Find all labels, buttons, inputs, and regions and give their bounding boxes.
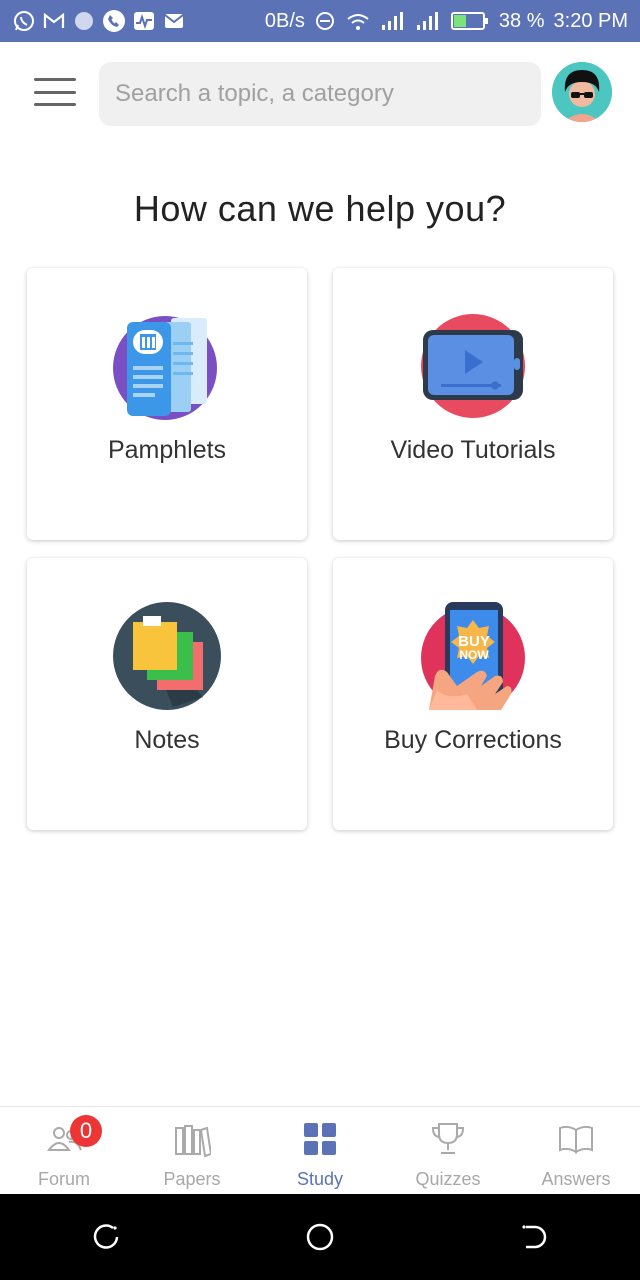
buy-corrections-card[interactable]: BUY NOW Buy Corrections: [333, 558, 613, 830]
card-label: Pamphlets: [107, 436, 227, 464]
nav-item-quizzes[interactable]: Quizzes: [384, 1107, 512, 1194]
home-icon[interactable]: [300, 1217, 340, 1257]
nav-label: Study: [296, 1169, 344, 1189]
data-saver-icon: [315, 12, 334, 30]
nav-label: Forum: [37, 1169, 90, 1189]
message-icon: [162, 9, 186, 33]
battery-level: 38 %: [498, 9, 545, 32]
back-icon[interactable]: [513, 1217, 553, 1257]
circle-app-icon: [72, 9, 96, 33]
notification-icons: [12, 9, 186, 33]
card-label: Video Tutorials: [390, 436, 556, 464]
system-nav-bar: [0, 1194, 640, 1280]
signal-icon-1: [381, 12, 403, 30]
notification-badge: 0: [70, 1115, 102, 1147]
avatar[interactable]: [552, 62, 612, 122]
avatar-icon: [552, 62, 612, 122]
signal-icon-2: [416, 12, 438, 30]
page-title: How can we help you?: [133, 188, 507, 229]
nav-item-answers[interactable]: Answers: [512, 1107, 640, 1194]
whatsapp-icon: [12, 9, 36, 33]
gmail-icon: [42, 9, 66, 33]
nav-item-papers[interactable]: Papers: [128, 1107, 256, 1194]
trophy-icon: [428, 1119, 468, 1159]
nav-label: Quizzes: [415, 1169, 481, 1189]
notes-card[interactable]: Notes: [27, 558, 307, 830]
search-input[interactable]: [99, 62, 541, 126]
video-tutorials-icon: [419, 312, 527, 420]
svg-text:NOW: NOW: [459, 648, 489, 662]
nav-item-forum[interactable]: 0 Forum: [0, 1107, 128, 1194]
pamphlets-card[interactable]: Pamphlets: [27, 268, 307, 540]
papers-icon: [172, 1119, 212, 1159]
nav-item-study[interactable]: Study: [256, 1107, 384, 1194]
activity-icon: [132, 9, 156, 33]
menu-icon[interactable]: [30, 74, 80, 110]
book-icon: [556, 1119, 596, 1159]
nav-label: Answers: [541, 1169, 611, 1189]
phone-icon: [102, 9, 126, 33]
video-tutorials-card[interactable]: Video Tutorials: [333, 268, 613, 540]
top-bar: [0, 42, 640, 142]
battery-icon: [450, 12, 488, 30]
card-label: Buy Corrections: [384, 726, 562, 754]
recents-icon[interactable]: [87, 1217, 127, 1257]
study-icon: [300, 1119, 340, 1159]
card-label: Notes: [134, 726, 200, 754]
bottom-nav: 0 Forum Papers Study Quizzes Answers: [0, 1106, 640, 1194]
nav-label: Papers: [163, 1169, 221, 1189]
buy-corrections-icon: BUY NOW: [419, 602, 527, 710]
system-status: 0B/s 38 % 3:20 PM: [265, 10, 628, 33]
wifi-icon: [347, 14, 369, 30]
status-bar: 0B/s 38 % 3:20 PM: [0, 0, 640, 42]
network-speed: 0B/s: [264, 9, 305, 32]
notes-icon: [113, 602, 221, 710]
clock: 3:20 PM: [553, 9, 628, 32]
pamphlets-icon: [113, 312, 221, 420]
